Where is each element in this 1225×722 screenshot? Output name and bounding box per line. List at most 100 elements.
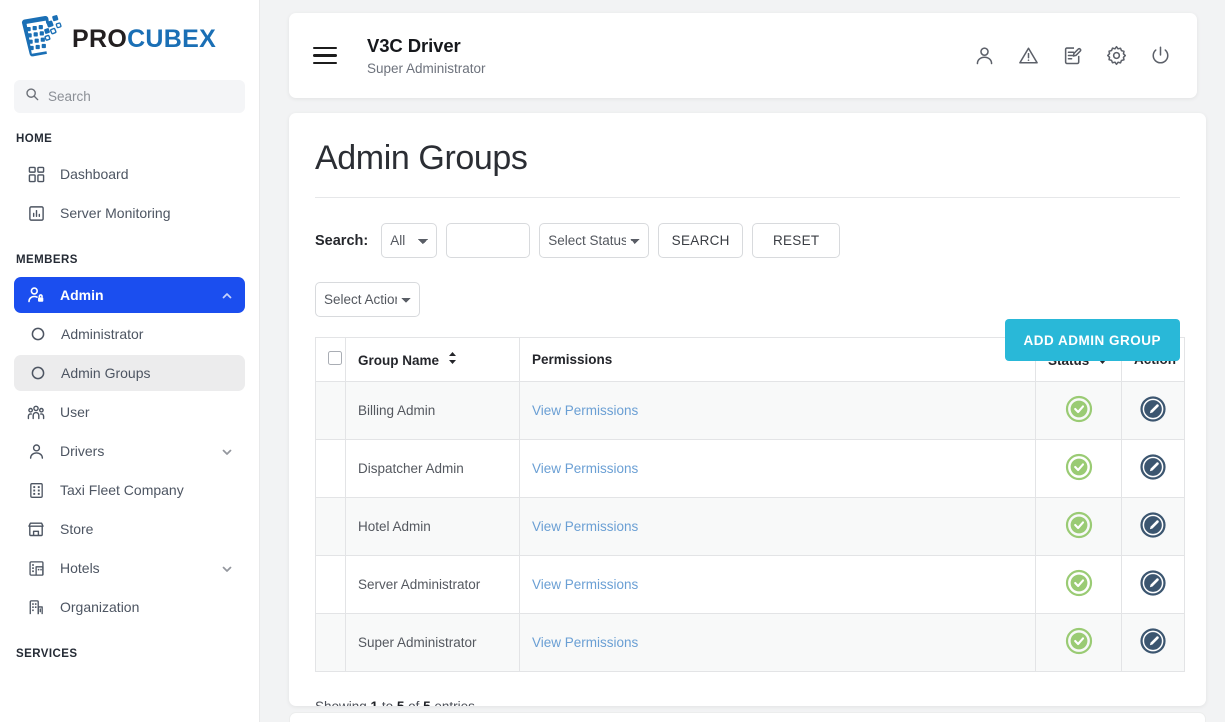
cell-group-name: Server Administrator xyxy=(346,556,520,614)
chevron-down-icon[interactable] xyxy=(221,562,233,574)
cell-action xyxy=(1122,440,1185,498)
edit-document-icon[interactable] xyxy=(1062,45,1083,66)
settings-gear-icon[interactable] xyxy=(1106,45,1127,66)
sidebar-item-drivers[interactable]: Drivers xyxy=(14,433,245,469)
search-icon xyxy=(25,87,39,106)
reset-button[interactable]: RESET xyxy=(752,223,840,258)
table-body: Billing Admin View Permissions xyxy=(316,382,1185,672)
chevron-down-icon[interactable] xyxy=(221,445,233,457)
power-logout-icon[interactable] xyxy=(1150,45,1171,66)
status-active-check-icon[interactable] xyxy=(1065,411,1093,426)
cell-action xyxy=(1122,556,1185,614)
cell-status xyxy=(1036,440,1122,498)
brand-name-first: PRO xyxy=(72,25,127,53)
status-active-check-icon[interactable] xyxy=(1065,643,1093,658)
table-row[interactable]: Hotel Admin View Permissions xyxy=(316,498,1185,556)
sidebar: PROCUBEX Search HOME Dashboard Server Mo… xyxy=(0,0,260,722)
column-header-permissions: Permissions xyxy=(520,338,1036,382)
cell-action xyxy=(1122,498,1185,556)
page-title: Admin Groups xyxy=(315,141,1180,175)
cell-action xyxy=(1122,614,1185,672)
cell-permissions: View Permissions xyxy=(520,440,1036,498)
view-permissions-link[interactable]: View Permissions xyxy=(532,519,638,534)
search-button[interactable]: SEARCH xyxy=(658,223,743,258)
view-permissions-link[interactable]: View Permissions xyxy=(532,403,638,418)
add-admin-group-button[interactable]: ADD ADMIN GROUP xyxy=(1005,319,1181,361)
chevron-up-icon[interactable] xyxy=(221,289,233,301)
app-root: PROCUBEX Search HOME Dashboard Server Mo… xyxy=(0,0,1225,722)
column-header-group-name[interactable]: Group Name xyxy=(346,338,520,382)
content-card: Admin Groups Search: All Select Status S… xyxy=(289,113,1206,706)
nav-section-services: SERVICES xyxy=(0,628,259,668)
row-checkbox-cell[interactable] xyxy=(316,382,346,440)
circle-icon xyxy=(28,363,48,383)
status-active-check-icon[interactable] xyxy=(1065,527,1093,542)
sidebar-item-admin[interactable]: Admin xyxy=(14,277,245,313)
bulk-action-select[interactable]: Select Action xyxy=(315,282,420,317)
sidebar-item-organization[interactable]: Organization xyxy=(14,589,245,625)
view-permissions-link[interactable]: View Permissions xyxy=(532,635,638,650)
topbar-title: V3C Driver xyxy=(367,35,974,57)
secondary-card xyxy=(289,712,1206,722)
alert-warning-icon[interactable] xyxy=(1018,45,1039,66)
sidebar-item-label: Server Monitoring xyxy=(60,205,233,221)
row-checkbox-cell[interactable] xyxy=(316,614,346,672)
bar-chart-icon xyxy=(26,203,46,223)
sidebar-item-server-monitoring[interactable]: Server Monitoring xyxy=(14,195,245,231)
edit-pencil-icon[interactable] xyxy=(1139,411,1167,426)
row-checkbox-cell[interactable] xyxy=(316,498,346,556)
user-lock-icon xyxy=(26,285,46,305)
nav-section-home: HOME xyxy=(0,113,259,153)
edit-pencil-icon[interactable] xyxy=(1139,469,1167,484)
topbar-titles: V3C Driver Super Administrator xyxy=(367,35,974,76)
search-scope-select[interactable]: All xyxy=(381,223,437,258)
sidebar-item-hotels[interactable]: Hotels xyxy=(14,550,245,586)
view-permissions-link[interactable]: View Permissions xyxy=(532,461,638,476)
profile-user-icon[interactable] xyxy=(974,45,995,66)
sidebar-item-admin-groups[interactable]: Admin Groups xyxy=(14,355,245,391)
search-keyword-input[interactable] xyxy=(446,223,530,258)
cell-permissions: View Permissions xyxy=(520,556,1036,614)
showing-prefix: Showing xyxy=(315,699,371,706)
sidebar-item-label: User xyxy=(60,404,233,420)
cell-permissions: View Permissions xyxy=(520,382,1036,440)
sidebar-item-dashboard[interactable]: Dashboard xyxy=(14,156,245,192)
sidebar-search-box[interactable]: Search xyxy=(14,80,245,113)
cell-permissions: View Permissions xyxy=(520,498,1036,556)
row-checkbox-cell[interactable] xyxy=(316,440,346,498)
storefront-icon xyxy=(26,519,46,539)
sidebar-item-store[interactable]: Store xyxy=(14,511,245,547)
showing-total: 5 xyxy=(423,699,431,706)
sidebar-item-administrator[interactable]: Administrator xyxy=(14,316,245,352)
building-grid-icon xyxy=(26,480,46,500)
brand-logo-area[interactable]: PROCUBEX xyxy=(0,0,259,72)
status-active-check-icon[interactable] xyxy=(1065,585,1093,600)
hamburger-menu-icon[interactable] xyxy=(313,47,337,65)
table-row[interactable]: Dispatcher Admin View Permissions xyxy=(316,440,1185,498)
edit-pencil-icon[interactable] xyxy=(1139,585,1167,600)
sort-toggle-icon[interactable] xyxy=(448,352,457,367)
showing-from: 1 xyxy=(371,699,379,706)
topbar: V3C Driver Super Administrator xyxy=(289,13,1197,98)
table-row[interactable]: Billing Admin View Permissions xyxy=(316,382,1185,440)
edit-pencil-icon[interactable] xyxy=(1139,527,1167,542)
sidebar-item-user[interactable]: User xyxy=(14,394,245,430)
topbar-subtitle: Super Administrator xyxy=(367,61,974,76)
select-all-checkbox[interactable] xyxy=(328,351,342,365)
sidebar-item-label: Dashboard xyxy=(60,166,233,182)
row-checkbox-cell[interactable] xyxy=(316,556,346,614)
topbar-icon-group xyxy=(974,45,1171,66)
status-active-check-icon[interactable] xyxy=(1065,469,1093,484)
table-row[interactable]: Server Administrator View Permissions xyxy=(316,556,1185,614)
sidebar-item-taxi-fleet-company[interactable]: Taxi Fleet Company xyxy=(14,472,245,508)
view-permissions-link[interactable]: View Permissions xyxy=(532,577,638,592)
nav-section-members: MEMBERS xyxy=(0,234,259,274)
brand-name-second: CUBEX xyxy=(127,25,216,53)
cell-action xyxy=(1122,382,1185,440)
column-label: Permissions xyxy=(532,352,612,367)
sidebar-item-label: Store xyxy=(60,521,233,537)
edit-pencil-icon[interactable] xyxy=(1139,643,1167,658)
status-filter-select[interactable]: Select Status xyxy=(539,223,649,258)
table-row[interactable]: Super Administrator View Permissions xyxy=(316,614,1185,672)
cell-permissions: View Permissions xyxy=(520,614,1036,672)
